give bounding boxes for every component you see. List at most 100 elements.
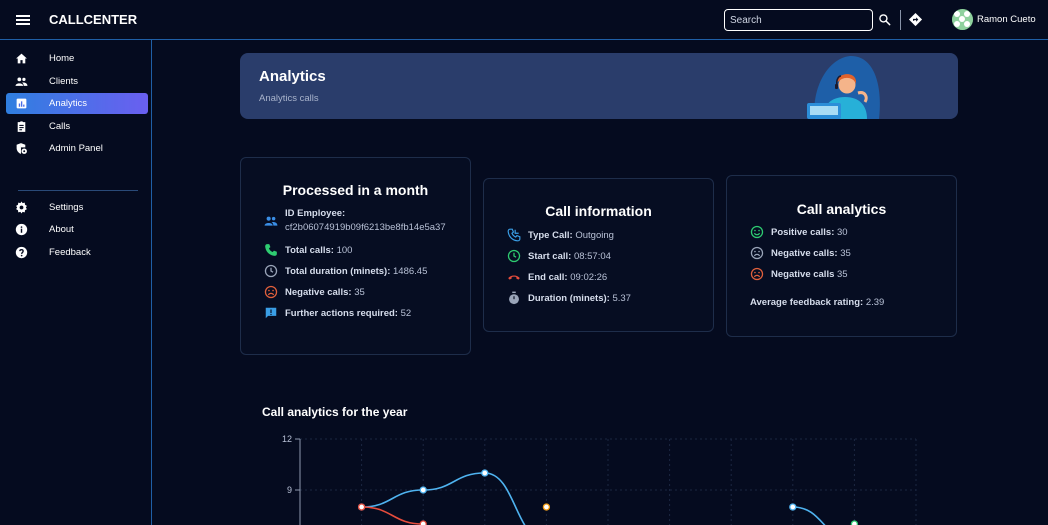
clipboard-icon	[17, 121, 26, 132]
start-call-value: 08:57:04	[573, 251, 611, 262]
sidebar-divider	[18, 190, 138, 191]
series-line	[361, 489, 424, 508]
end-call-label: End call:	[528, 272, 568, 283]
directions-icon[interactable]	[908, 12, 923, 27]
sidebar: Home Clients Analytics Calls Admin Panel…	[0, 40, 152, 525]
phone-icon	[265, 244, 277, 256]
top-divider	[900, 10, 901, 30]
sidebar-item-analytics[interactable]: Analytics	[6, 93, 148, 114]
top-bar: CALLCENTER Ramon Cueto	[0, 0, 1048, 40]
page-subtitle: Analytics calls	[259, 93, 319, 104]
year-line-chart: 12 9	[282, 434, 917, 525]
data-point	[357, 503, 366, 511]
gear-icon	[16, 201, 27, 214]
total-calls-label: Total calls:	[285, 245, 334, 256]
page-title: Analytics	[259, 68, 326, 85]
sad-face-icon	[750, 246, 764, 260]
call-end-icon	[508, 275, 520, 280]
sidebar-item-admin-panel[interactable]: Admin Panel	[6, 138, 148, 159]
duration-value: 5.37	[612, 293, 631, 304]
admin-shield-icon	[16, 143, 27, 154]
user-name: Ramon Cueto	[977, 14, 1036, 25]
sad-face-icon	[264, 285, 278, 299]
sidebar-item-home[interactable]: Home	[6, 48, 148, 69]
clock-icon	[264, 264, 278, 278]
start-call-label: Start call:	[528, 251, 572, 262]
home-icon	[16, 53, 27, 64]
processed-card: Processed in a month ID Employee: cf2b06…	[240, 157, 471, 355]
further-actions-value: 52	[400, 308, 412, 319]
search-input[interactable]	[724, 9, 873, 31]
sidebar-item-about[interactable]: About	[6, 219, 148, 240]
data-point	[419, 520, 427, 525]
negative-calls-value: 35	[840, 248, 851, 259]
negative-calls-label: Negative calls:	[285, 287, 352, 298]
total-calls-value: 100	[336, 245, 353, 256]
average-rating-value: 2.39	[865, 297, 885, 308]
analytics-icon	[16, 98, 27, 109]
info-icon	[15, 223, 28, 236]
sidebar-item-label: Analytics	[49, 98, 88, 109]
start-clock-icon	[507, 249, 521, 263]
sidebar-item-label: Feedback	[49, 247, 91, 258]
positive-calls-label: Positive calls:	[771, 227, 835, 238]
avatar[interactable]	[952, 9, 973, 30]
data-point	[789, 503, 797, 511]
employee-id: cf2b06074919b09f6213be8fb14e5a37	[285, 222, 446, 233]
total-duration-value: 1486.45	[393, 266, 428, 277]
positive-calls-value: 30	[837, 227, 848, 238]
people-icon	[264, 216, 278, 226]
app-title: CALLCENTER	[49, 12, 138, 27]
sidebar-item-label: About	[49, 224, 74, 235]
negative-calls-label: Negative calls:	[771, 248, 838, 259]
sidebar-item-clients[interactable]: Clients	[6, 71, 148, 92]
type-call-value: Outgoing	[575, 230, 614, 241]
sidebar-item-calls[interactable]: Calls	[6, 116, 148, 137]
data-point	[542, 503, 551, 511]
sidebar-item-label: Home	[49, 53, 75, 64]
negative-calls-label: Negative calls	[771, 269, 835, 280]
further-actions-label: Further actions required:	[285, 308, 398, 319]
menu-icon[interactable]	[15, 12, 31, 28]
negative-calls-value: 35	[837, 269, 848, 280]
call-analytics-title: Call analytics	[796, 201, 887, 217]
call-info-card: Call information Type Call: Outgoing Sta…	[483, 178, 714, 332]
year-chart-card: Call analytics for the year 12 9	[253, 385, 957, 525]
call-analytics-card: Call analytics Positive calls: 30 Negati…	[726, 175, 957, 337]
help-icon	[15, 246, 28, 259]
call-info-title: Call information	[545, 203, 652, 219]
data-point	[850, 520, 859, 525]
negative-calls-value: 35	[354, 287, 365, 298]
processed-title: Processed in a month	[282, 182, 429, 198]
sidebar-item-label: Settings	[49, 202, 84, 213]
y-tick-label: 12	[282, 434, 292, 444]
series-line	[484, 472, 526, 525]
chart-title: Call analytics for the year	[262, 405, 408, 419]
y-tick-label: 9	[287, 485, 292, 495]
series-line	[423, 472, 485, 491]
alert-message-icon	[265, 307, 277, 319]
sidebar-item-settings[interactable]: Settings	[6, 197, 148, 218]
series-line	[792, 506, 826, 525]
call-agent-illustration	[807, 55, 880, 119]
average-rating-label: Average feedback rating:	[750, 297, 864, 308]
series-line	[361, 506, 424, 525]
people-icon	[15, 77, 28, 86]
duration-label: Duration (minets):	[528, 293, 610, 304]
type-call-label: Type Call:	[528, 230, 573, 241]
employee-label: ID Employee:	[285, 208, 346, 219]
search-icon[interactable]	[878, 13, 891, 26]
sidebar-item-label: Clients	[49, 76, 79, 87]
sidebar-item-label: Admin Panel	[49, 143, 103, 154]
sad-face-icon	[750, 267, 764, 281]
sidebar-item-label: Calls	[49, 121, 71, 132]
timer-icon	[509, 291, 519, 305]
phone-callback-icon	[507, 228, 521, 242]
end-call-value: 09:02:26	[570, 272, 608, 283]
data-point	[419, 486, 427, 494]
sidebar-item-feedback[interactable]: Feedback	[6, 242, 148, 263]
data-point	[481, 469, 489, 477]
happy-face-icon	[750, 225, 764, 239]
total-duration-label: Total duration (minets):	[285, 266, 391, 277]
analytics-banner: Analytics Analytics calls	[240, 53, 958, 119]
